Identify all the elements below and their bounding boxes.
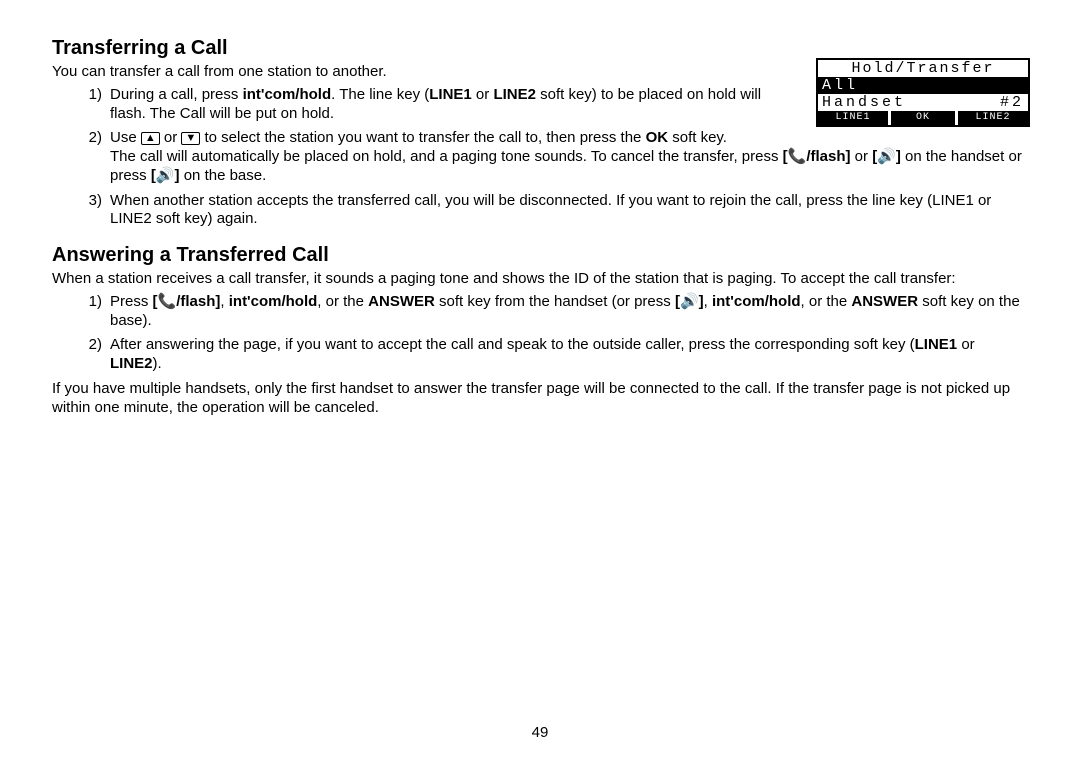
item-text: Press [📞/flash], int'com/hold, or the AN…: [110, 293, 1020, 329]
item-number: 3): [80, 192, 102, 211]
talk-icon: 📞: [158, 293, 177, 310]
item-number: 2): [80, 129, 102, 148]
speaker-icon: 🔊: [156, 167, 175, 184]
item-text: During a call, press int'com/hold. The l…: [110, 86, 761, 122]
item-text: After answering the page, if you want to…: [110, 336, 975, 372]
list-item: 1) During a call, press int'com/hold. Th…: [52, 86, 1028, 124]
trailing-note: If you have multiple handsets, only the …: [52, 380, 1028, 418]
item-number: 2): [80, 336, 102, 355]
talk-icon: 📞: [788, 148, 807, 165]
item-number: 1): [80, 86, 102, 105]
heading-answering: Answering a Transferred Call: [52, 243, 1028, 268]
page-number: 49: [0, 724, 1080, 743]
list-transferring: 1) During a call, press int'com/hold. Th…: [52, 86, 1028, 229]
list-item: 2) Use ▲ or ▼ to select the station you …: [52, 129, 1028, 185]
speaker-icon: 🔊: [680, 293, 699, 310]
item-text: When another station accepts the transfe…: [110, 192, 991, 228]
list-item: 1) Press [📞/flash], int'com/hold, or the…: [52, 293, 1028, 331]
list-answering: 1) Press [📞/flash], int'com/hold, or the…: [52, 293, 1028, 374]
lcd-title: Hold/Transfer: [818, 60, 1028, 77]
speaker-icon: 🔊: [877, 148, 896, 165]
list-item: 3) When another station accepts the tran…: [52, 192, 1028, 230]
intro-answering: When a station receives a call transfer,…: [52, 270, 1028, 289]
down-arrow-icon: ▼: [181, 132, 200, 145]
list-item: 2) After answering the page, if you want…: [52, 336, 1028, 374]
item-number: 1): [80, 293, 102, 312]
item-text: Use ▲ or ▼ to select the station you wan…: [110, 129, 1022, 184]
up-arrow-icon: ▲: [141, 132, 160, 145]
